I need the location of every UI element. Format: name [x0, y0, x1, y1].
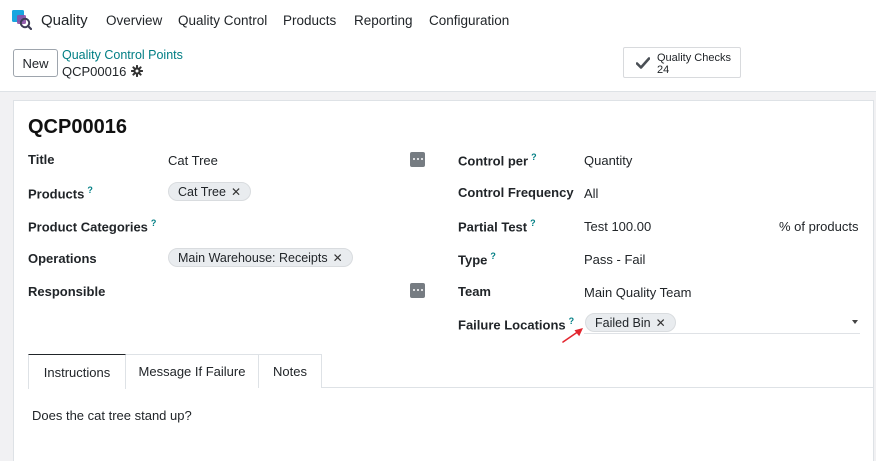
- failure-locations-label: Failure Locations?: [458, 316, 575, 333]
- annotation-arrow-icon: [562, 328, 583, 343]
- team-label: Team: [458, 284, 491, 299]
- help-icon[interactable]: ?: [530, 218, 536, 228]
- control-frequency-field[interactable]: All: [584, 186, 598, 201]
- operations-tag[interactable]: Main Warehouse: Receipts ✕: [168, 248, 353, 267]
- breadcrumb-current: QCP00016: [62, 64, 127, 79]
- caret-down-icon[interactable]: [852, 320, 858, 324]
- gear-icon[interactable]: [131, 65, 143, 77]
- operations-label: Operations: [28, 251, 97, 266]
- instructions-text[interactable]: Does the cat tree stand up?: [32, 408, 192, 423]
- products-tag[interactable]: Cat Tree ✕: [168, 182, 251, 201]
- help-icon[interactable]: ?: [490, 251, 496, 261]
- app-name[interactable]: Quality: [41, 12, 88, 29]
- product-categories-field[interactable]: [168, 213, 408, 235]
- more-options-icon[interactable]: [410, 283, 425, 298]
- failure-locations-tag[interactable]: Failed Bin ✕: [585, 313, 676, 332]
- record-title: QCP00016: [28, 116, 127, 138]
- quality-checks-count: 24: [657, 64, 670, 76]
- partial-test-label: Partial Test?: [458, 218, 536, 235]
- menu-products[interactable]: Products: [283, 13, 336, 28]
- more-options-icon[interactable]: [410, 152, 425, 167]
- tag-remove-icon[interactable]: ✕: [231, 185, 241, 199]
- check-icon: [636, 57, 650, 69]
- menu-configuration[interactable]: Configuration: [429, 13, 509, 28]
- quality-checks-button[interactable]: Quality Checks 24: [623, 47, 741, 78]
- failure-locations-input-line: [584, 333, 860, 334]
- type-field[interactable]: Pass - Fail: [584, 252, 645, 267]
- title-label: Title: [28, 152, 55, 167]
- help-icon[interactable]: ?: [151, 218, 157, 228]
- menu-overview[interactable]: Overview: [106, 13, 162, 28]
- partial-test-field[interactable]: Test 100.00: [584, 219, 651, 234]
- form-sheet: [13, 100, 874, 461]
- control-per-label: Control per?: [458, 152, 537, 169]
- control-per-field[interactable]: Quantity: [584, 153, 632, 168]
- responsible-label: Responsible: [28, 284, 106, 299]
- menu-reporting[interactable]: Reporting: [354, 13, 413, 28]
- quality-app-icon[interactable]: [12, 10, 32, 30]
- top-navbar: Quality Overview Quality Control Product…: [0, 0, 876, 42]
- team-field[interactable]: Main Quality Team: [584, 285, 691, 300]
- tab-instructions[interactable]: Instructions: [28, 354, 126, 389]
- menu-quality-control[interactable]: Quality Control: [178, 13, 267, 28]
- quality-checks-label: Quality Checks: [657, 52, 731, 64]
- tab-notes[interactable]: Notes: [258, 354, 322, 388]
- help-icon[interactable]: ?: [87, 185, 93, 195]
- new-button[interactable]: New: [13, 49, 58, 77]
- tag-remove-icon[interactable]: ✕: [333, 251, 343, 265]
- responsible-field[interactable]: [168, 279, 404, 301]
- tab-message-if-failure[interactable]: Message If Failure: [125, 354, 259, 388]
- products-label: Products?: [28, 185, 93, 202]
- help-icon[interactable]: ?: [531, 152, 537, 162]
- tag-remove-icon[interactable]: ✕: [656, 316, 666, 330]
- type-label: Type?: [458, 251, 496, 268]
- product-categories-label: Product Categories?: [28, 218, 157, 235]
- partial-test-unit: % of products: [779, 219, 859, 234]
- breadcrumb-parent-link[interactable]: Quality Control Points: [62, 48, 183, 62]
- control-frequency-label: Control Frequency: [458, 185, 574, 200]
- control-panel: New Quality Control Points QCP00016 Qual…: [0, 42, 876, 92]
- title-field[interactable]: Cat Tree: [168, 153, 218, 168]
